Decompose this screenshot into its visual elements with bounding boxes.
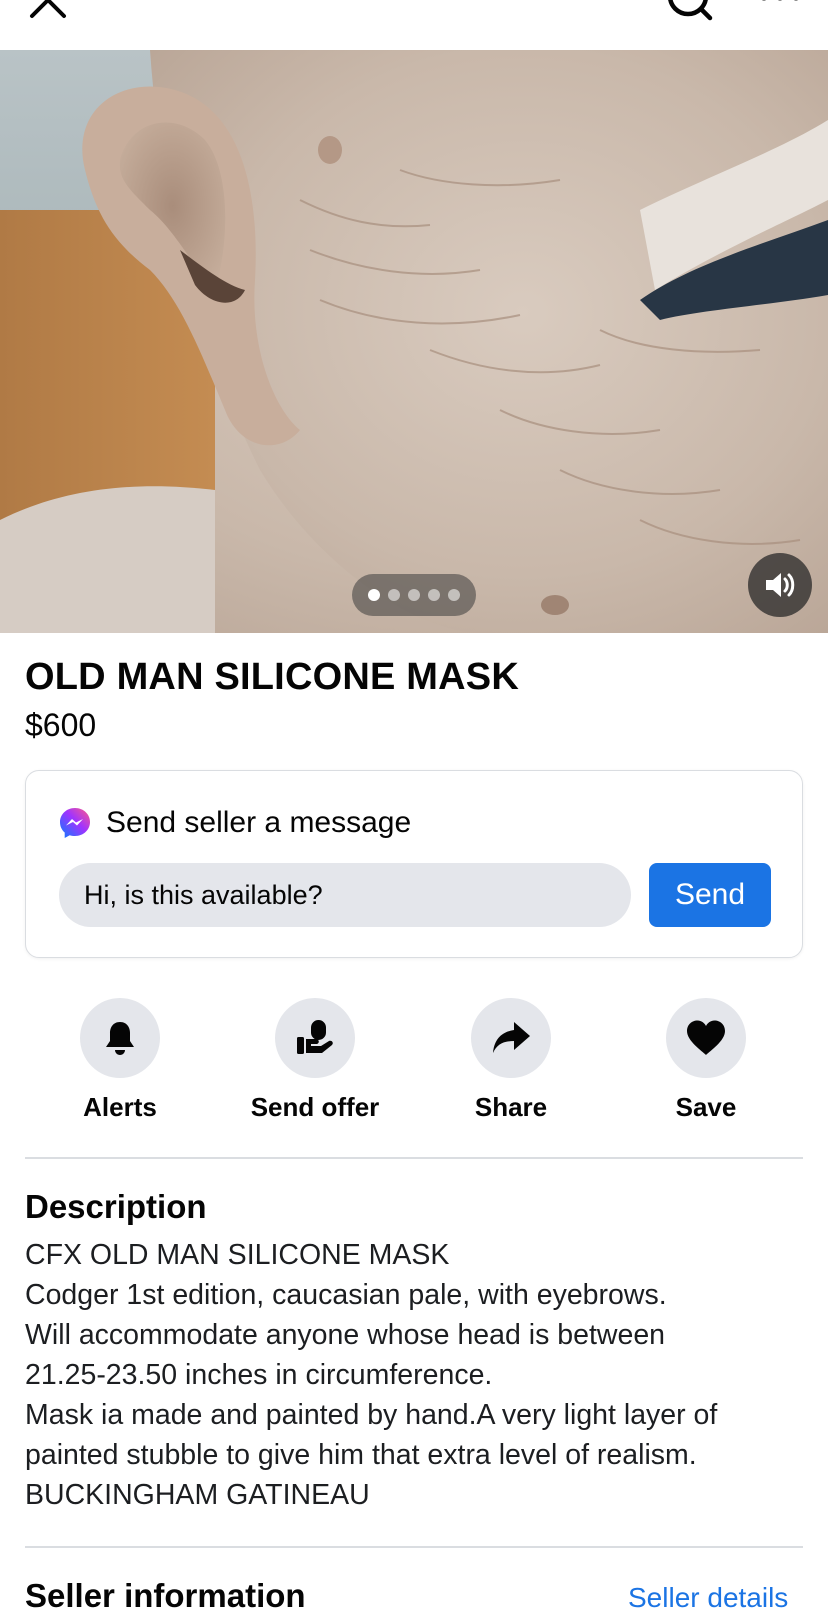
speaker-icon	[766, 573, 795, 597]
pager-dot-3[interactable]	[408, 589, 420, 601]
share-label: Share	[474, 1092, 548, 1122]
more-icon[interactable]	[756, 0, 806, 8]
description-line: Codger 1st edition, caucasian pale, with…	[25, 1279, 667, 1311]
heart-icon	[687, 1020, 725, 1055]
save-button[interactable]: Save	[606, 998, 806, 1123]
save-circle[interactable]	[666, 998, 746, 1078]
bell-icon	[106, 1022, 134, 1055]
pager-dot-5[interactable]	[448, 589, 460, 601]
pager-dot-2[interactable]	[388, 589, 400, 601]
description-body: CFX OLD MAN SILICONE MASK Codger 1st edi…	[25, 1235, 815, 1515]
alerts-button[interactable]: Alerts	[20, 998, 220, 1123]
message-heading: Send seller a message	[106, 806, 412, 839]
seller-heading: Seller information	[25, 1577, 306, 1614]
pager-dot-4[interactable]	[428, 589, 440, 601]
description-heading: Description	[25, 1188, 207, 1225]
send-offer-button[interactable]: Send offer	[215, 998, 415, 1123]
pager-dot-1[interactable]	[368, 589, 380, 601]
alerts-label: Alerts	[83, 1092, 157, 1122]
search-icon[interactable]	[664, 0, 716, 24]
listing-photo[interactable]	[0, 50, 828, 633]
description-line: Will accommodate anyone whose head is be…	[25, 1319, 666, 1351]
top-bar	[0, 0, 828, 50]
description-line: painted stubble to give him that extra l…	[25, 1439, 697, 1471]
sound-button[interactable]	[748, 553, 812, 617]
messenger-icon	[60, 808, 90, 838]
description-line: 21.25-23.50 inches in circumference.	[25, 1359, 493, 1391]
photo-pager[interactable]	[352, 574, 476, 616]
description-line: BUCKINGHAM GATINEAU	[25, 1479, 370, 1511]
message-input[interactable]	[59, 863, 631, 927]
share-button[interactable]: Share	[411, 998, 611, 1123]
listing-price: $600	[25, 707, 97, 743]
save-label: Save	[675, 1092, 737, 1122]
action-bar: Alerts Send offer Share Save	[0, 998, 828, 1128]
seller-details-link[interactable]: Seller details	[628, 1582, 788, 1614]
mask-photo-image	[0, 50, 828, 633]
divider	[25, 1546, 803, 1548]
share-icon	[493, 1022, 530, 1053]
send-button[interactable]: Send	[649, 863, 771, 927]
send-offer-circle[interactable]	[275, 998, 355, 1078]
close-icon[interactable]	[26, 0, 70, 22]
listing-title: OLD MAN SILICONE MASK	[25, 656, 519, 698]
send-offer-label: Send offer	[250, 1092, 380, 1122]
message-card: Send seller a message Send	[25, 770, 803, 958]
alerts-circle[interactable]	[80, 998, 160, 1078]
description-line: CFX OLD MAN SILICONE MASK	[25, 1239, 450, 1271]
divider	[25, 1157, 803, 1159]
offer-icon	[297, 1020, 333, 1054]
description-line: Mask ia made and painted by hand.A very …	[25, 1399, 718, 1431]
message-header: Send seller a message	[58, 803, 411, 843]
share-circle[interactable]	[471, 998, 551, 1078]
